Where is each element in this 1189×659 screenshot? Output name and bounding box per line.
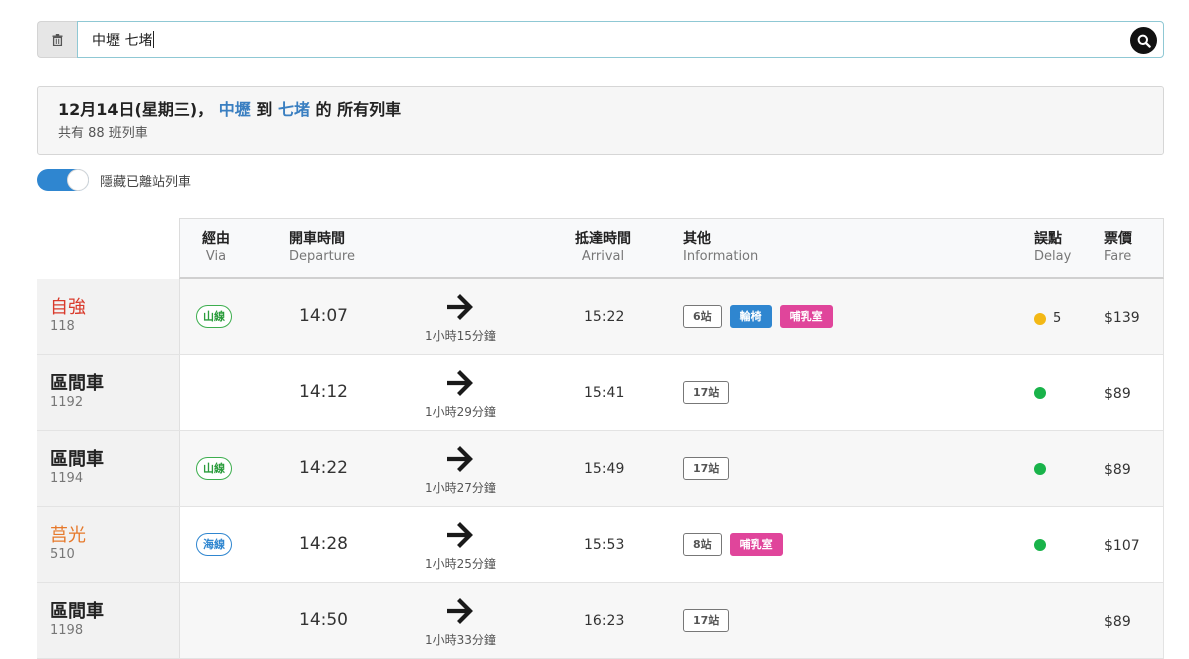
train-number: 1198 <box>50 623 84 638</box>
hide-departed-toggle-row: 隱藏已離站列車 <box>37 169 191 191</box>
train-cell: 區間車 1194 <box>37 431 180 506</box>
train-number: 510 <box>50 547 75 562</box>
route-summary: 12月14日(星期三)， 中壢 到 七堵 的 所有列車 共有 88 班列車 <box>37 86 1164 155</box>
trash-icon <box>52 33 63 46</box>
table-row[interactable]: 自強 118 山線 14:07 1小時15分鐘 15:22 6站 輪椅 哺乳室 5 $139 <box>37 279 1164 355</box>
hide-departed-label: 隱藏已離站列車 <box>100 174 192 190</box>
travel-duration: 1小時15分鐘 <box>425 329 496 343</box>
hide-departed-toggle[interactable] <box>37 169 89 191</box>
col-fare: 票價 Fare <box>1104 231 1132 264</box>
arrival-time: 15:22 <box>584 309 625 325</box>
col-via: 經由 Via <box>202 231 230 264</box>
arrival-time: 15:49 <box>584 461 625 477</box>
stops-tag: 17站 <box>683 457 730 480</box>
arrow-right-icon <box>446 522 475 552</box>
summary-title: 12月14日(星期三)， 中壢 到 七堵 的 所有列車 <box>58 99 1163 121</box>
arrow-right-icon <box>446 446 475 476</box>
delay-minutes: 5 <box>1053 311 1062 326</box>
arrival-time: 15:41 <box>584 385 625 401</box>
origin-station: 中壢 <box>218 100 251 119</box>
toggle-knob <box>67 169 89 191</box>
via-badge: 海線 <box>196 533 232 556</box>
to-word: 到 <box>256 100 273 119</box>
train-type: 區間車 <box>50 601 104 622</box>
train-number: 1194 <box>50 471 84 486</box>
col-delay: 誤點 Delay <box>1034 231 1072 264</box>
via-badge: 山線 <box>196 457 232 480</box>
col-arrival: 抵達時間 Arrival <box>575 231 631 264</box>
destination-station: 七堵 <box>277 100 310 119</box>
travel-duration: 1小時27分鐘 <box>425 481 496 495</box>
delay-dot-icon <box>1034 387 1046 399</box>
departure-time: 14:07 <box>299 306 348 326</box>
table-body: 自強 118 山線 14:07 1小時15分鐘 15:22 6站 輪椅 哺乳室 5 $139 區間車 1… <box>37 279 1164 659</box>
delay-status <box>1034 387 1046 399</box>
information-tags: 17站 <box>683 457 730 480</box>
delay-dot-icon <box>1034 539 1046 551</box>
search-button[interactable] <box>1130 27 1157 54</box>
search-input-value: 中壢 七堵 <box>92 32 153 49</box>
train-count: 共有 88 班列車 <box>58 126 148 141</box>
departure-time: 14:22 <box>299 458 348 478</box>
delay-dot-icon <box>1034 312 1046 325</box>
train-cell: 區間車 1198 <box>37 583 180 658</box>
fare: $89 <box>1104 462 1131 478</box>
delay-dot-icon <box>1034 463 1046 475</box>
travel-duration: 1小時29分鐘 <box>425 405 496 419</box>
table-row[interactable]: 莒光 510 海線 14:28 1小時25分鐘 15:53 8站 哺乳室 $107 <box>37 507 1164 583</box>
information-tags: 8站 哺乳室 <box>683 533 783 556</box>
train-type: 區間車 <box>50 449 104 470</box>
train-number: 118 <box>50 319 75 334</box>
train-number: 1192 <box>50 395 84 410</box>
stops-tag: 17站 <box>683 381 730 404</box>
delay-status: 5 <box>1034 311 1061 326</box>
fare: $89 <box>1104 386 1131 402</box>
travel-duration: 1小時25分鐘 <box>425 557 496 571</box>
stops-tag: 8站 <box>683 533 722 556</box>
fare: $89 <box>1104 614 1131 630</box>
information-tags: 17站 <box>683 381 730 404</box>
search-icon <box>1137 34 1151 48</box>
information-tags: 6站 輪椅 哺乳室 <box>683 305 833 328</box>
arrival-time: 16:23 <box>584 613 625 629</box>
delay-status <box>1034 539 1046 551</box>
departure-time: 14:28 <box>299 534 348 554</box>
table-row[interactable]: 區間車 1192 14:12 1小時29分鐘 15:41 17站 $89 <box>37 355 1164 431</box>
wheelchair-tag: 輪椅 <box>729 305 772 328</box>
train-cell: 區間車 1192 <box>37 355 180 430</box>
train-table: 經由 Via 開車時間 Departure 抵達時間 Arrival 其他 In… <box>37 218 1164 659</box>
fare: $139 <box>1104 310 1140 326</box>
departure-time: 14:50 <box>299 610 348 630</box>
departure-time: 14:12 <box>299 382 348 402</box>
col-information: 其他 Information <box>683 231 759 264</box>
train-type: 莒光 <box>50 525 86 546</box>
arrow-right-icon <box>446 370 475 400</box>
information-tags: 17站 <box>683 609 730 632</box>
nursing-room-tag: 哺乳室 <box>779 305 833 328</box>
arrow-right-icon <box>446 598 475 628</box>
table-row[interactable]: 區間車 1194 山線 14:22 1小時27分鐘 15:49 17站 $89 <box>37 431 1164 507</box>
via-badge: 山線 <box>196 305 232 328</box>
col-departure: 開車時間 Departure <box>289 231 355 264</box>
arrow-right-icon <box>446 294 475 324</box>
table-row[interactable]: 區間車 1198 14:50 1小時33分鐘 16:23 17站 $89 <box>37 583 1164 659</box>
arrival-time: 15:53 <box>584 537 625 553</box>
stops-tag: 17站 <box>683 609 730 632</box>
train-cell: 莒光 510 <box>37 507 180 582</box>
summary-suffix: 的 所有列車 <box>315 100 402 119</box>
delay-status <box>1034 463 1046 475</box>
travel-duration: 1小時33分鐘 <box>425 633 496 647</box>
train-type: 區間車 <box>50 373 104 394</box>
text-caret <box>153 31 155 48</box>
fare: $107 <box>1104 538 1140 554</box>
table-header: 經由 Via 開車時間 Departure 抵達時間 Arrival 其他 In… <box>179 218 1164 279</box>
search-input[interactable]: 中壢 七堵 <box>77 21 1164 58</box>
clear-search-button[interactable] <box>37 21 77 58</box>
train-cell: 自強 118 <box>37 279 180 354</box>
nursing-room-tag: 哺乳室 <box>729 533 783 556</box>
search-bar: 中壢 七堵 <box>37 21 1164 58</box>
summary-date: 12月14日(星期三)， <box>58 100 214 119</box>
stops-tag: 6站 <box>683 305 722 328</box>
train-type: 自強 <box>50 297 86 318</box>
